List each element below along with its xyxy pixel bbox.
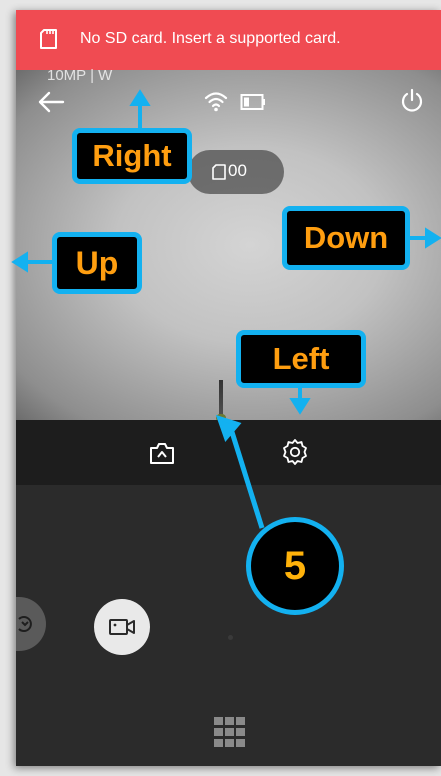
up-arrow-head xyxy=(11,251,28,273)
down-arrow-head xyxy=(425,227,441,249)
right-arrow-head xyxy=(129,89,151,106)
annotation-arrows xyxy=(11,89,441,529)
right-label: Right xyxy=(72,128,192,184)
down-label: Down xyxy=(282,206,410,270)
up-label: Up xyxy=(52,232,142,294)
left-label: Left xyxy=(236,330,366,388)
step-number-badge: 5 xyxy=(246,517,344,615)
step-arrow-line xyxy=(229,431,265,529)
left-arrow-head xyxy=(289,398,311,415)
